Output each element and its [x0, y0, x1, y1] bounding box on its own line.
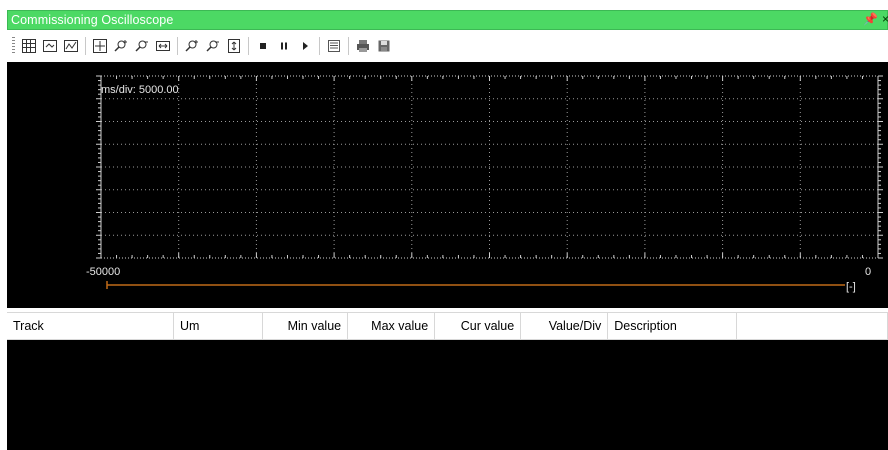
tracks-table-header: Track Um Min value Max value Cur value Value/… [7, 312, 888, 340]
zoom-out-y-icon[interactable] [204, 37, 222, 55]
zoom-fit-icon[interactable] [41, 37, 59, 55]
toolbar-separator [85, 37, 86, 55]
toolbar-separator [248, 37, 249, 55]
column-header[interactable] [737, 313, 888, 339]
stop-icon[interactable] [254, 37, 272, 55]
zoom-in-x-icon[interactable] [112, 37, 130, 55]
column-header[interactable]: Cur value [435, 313, 522, 339]
toolbar [7, 32, 888, 60]
time-per-div-label: ms/div: 5000.00 [101, 84, 179, 96]
fit-height-icon[interactable] [225, 37, 243, 55]
toolbar-separator [319, 37, 320, 55]
column-header[interactable]: Min value [263, 313, 349, 339]
column-header[interactable]: Track [7, 313, 175, 339]
close-icon[interactable]: × [882, 12, 888, 26]
x-max-label: 0 [865, 266, 871, 278]
window-titlebar: Commissioning Oscilloscope 📌 × [7, 10, 888, 30]
save-icon[interactable] [375, 37, 393, 55]
print-icon[interactable] [354, 37, 372, 55]
play-icon[interactable] [296, 37, 314, 55]
zoom-out-x-icon[interactable] [133, 37, 151, 55]
column-header[interactable]: Value/Div [521, 313, 609, 339]
oscilloscope-canvas: ms/div: 5000.00 -50000 0 [-] [86, 75, 883, 293]
toolbar-grip[interactable] [12, 37, 15, 55]
grid-icon[interactable] [20, 37, 38, 55]
oscilloscope-plot[interactable]: ms/div: 5000.00 -50000 0 [-] [7, 62, 888, 308]
toolbar-separator [177, 37, 178, 55]
column-header[interactable]: Um [174, 313, 264, 339]
pause-icon[interactable] [275, 37, 293, 55]
column-header[interactable]: Description [608, 313, 737, 339]
fit-width-icon[interactable] [154, 37, 172, 55]
zoom-in-y-icon[interactable] [183, 37, 201, 55]
cursor-marker-icon[interactable]: [-] [846, 281, 856, 293]
tracks-table-body[interactable] [7, 340, 888, 450]
cursor-cross-icon[interactable] [91, 37, 109, 55]
column-header[interactable]: Max value [348, 313, 436, 339]
pin-icon[interactable]: 📌 [863, 12, 878, 26]
window-title: Commissioning Oscilloscope [11, 13, 174, 27]
x-min-label: -50000 [86, 266, 120, 278]
zoom-box-icon[interactable] [62, 37, 80, 55]
settings-list-icon[interactable] [325, 37, 343, 55]
toolbar-separator [348, 37, 349, 55]
